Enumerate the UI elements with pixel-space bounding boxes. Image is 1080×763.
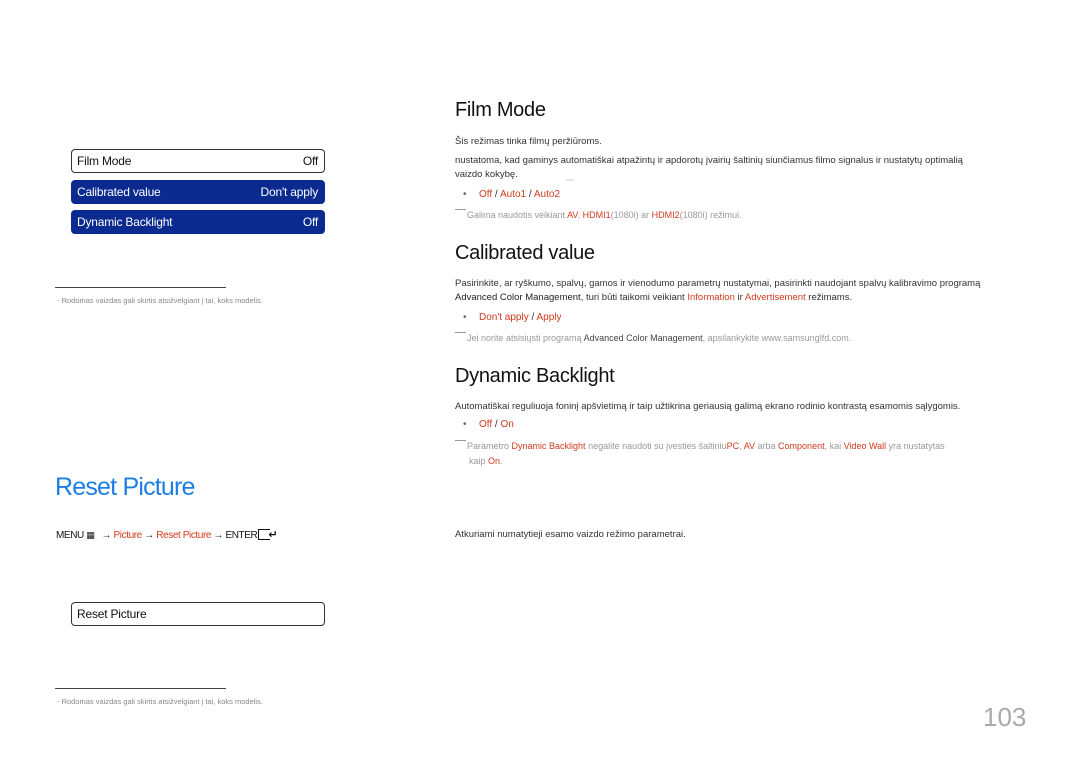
option-off: Off xyxy=(479,189,493,200)
reset-picture-desc: Atkuriami numatytieji esamo vaizdo režim… xyxy=(455,529,686,540)
option-apply: Apply xyxy=(536,312,562,323)
menu-step-reset-picture: Reset Picture xyxy=(156,530,212,541)
osd-item-label: Film Mode xyxy=(77,154,132,168)
film-mode-desc2-line1: nustatoma, kad gaminys automatiškai atpa… xyxy=(455,155,963,166)
note-dash-icon xyxy=(455,332,466,333)
option-dont-apply: Don't apply xyxy=(479,312,529,323)
dynamic-backlight-desc: Automatiškai reguliuoja foninį apšvietim… xyxy=(455,401,961,412)
option-off: Off xyxy=(479,419,493,430)
osd-item-label: Dynamic Backlight xyxy=(77,215,173,229)
footnote-divider xyxy=(55,287,226,288)
menu-path: MENU ▦ → Picture → Reset Picture → ENTER… xyxy=(56,528,278,541)
film-mode-note: Galima naudotis veikiant AV, HDMI1(1080i… xyxy=(455,208,742,222)
osd-item-film-mode[interactable]: Film Mode Off xyxy=(71,149,325,173)
osd-item-value: Off xyxy=(302,154,318,168)
note-dash-icon xyxy=(455,440,466,441)
calibrated-desc-line2: Advanced Color Management, turi būti tai… xyxy=(455,292,853,303)
osd-item-value: Off xyxy=(302,215,318,229)
tiny-mark: xxxx xyxy=(566,177,574,182)
arrow-icon: → xyxy=(213,530,224,541)
dynamic-backlight-note-line2: kaip On. xyxy=(469,456,503,466)
calibrated-options: • Don't apply / Apply xyxy=(463,312,562,323)
bullet-icon: • xyxy=(463,312,467,323)
footnote-divider xyxy=(55,688,226,689)
section-title-reset-picture: Reset Picture xyxy=(55,473,195,501)
section-title-calibrated-value: Calibrated value xyxy=(455,242,595,264)
film-mode-desc1: Šis režimas tinka filmų peržiūroms. xyxy=(455,136,602,147)
menu-label: MENU xyxy=(56,530,84,541)
osd-item-dynamic-backlight[interactable]: Dynamic Backlight Off xyxy=(71,210,325,234)
osd-item-label: Calibrated value xyxy=(77,185,161,199)
calibrated-desc-line1: Pasirinkite, ar ryškumo, spalvų, gamos i… xyxy=(455,278,981,289)
osd-item-reset-picture[interactable]: Reset Picture xyxy=(71,602,325,626)
menu-step-picture: Picture xyxy=(113,530,143,541)
enter-label: ENTER xyxy=(225,530,258,541)
enter-icon xyxy=(258,529,271,540)
footnote-bottom: - Rodomas vaizdas gali skirtis atsižvelg… xyxy=(57,697,263,706)
section-title-film-mode: Film Mode xyxy=(455,99,546,121)
page-number: 103 xyxy=(983,702,1027,732)
dynamic-backlight-note-line1: Parametro Dynamic Backlight negalite nau… xyxy=(455,439,945,453)
option-auto1: Auto1 xyxy=(499,189,527,200)
film-mode-options: • Off / Auto1 / Auto2 xyxy=(463,189,561,200)
note-dash-icon xyxy=(455,209,466,210)
footnote-top: - Rodomas vaizdas gali skirtis atsižvelg… xyxy=(57,296,263,305)
osd-item-label: Reset Picture xyxy=(77,607,147,621)
arrow-icon: → xyxy=(144,530,154,541)
option-auto2: Auto2 xyxy=(533,189,561,200)
osd-item-calibrated-value[interactable]: Calibrated value Don't apply xyxy=(71,180,325,204)
bullet-icon: • xyxy=(463,419,467,430)
dynamic-backlight-options: • Off / On xyxy=(463,419,514,430)
menu-icon: ▦ xyxy=(86,530,95,540)
calibrated-note: Jei norite atsisiųsti programą Advanced … xyxy=(455,331,851,345)
option-on: On xyxy=(500,419,514,430)
bullet-icon: • xyxy=(463,189,467,200)
osd-item-value: Don't apply xyxy=(260,185,319,199)
section-title-dynamic-backlight: Dynamic Backlight xyxy=(455,365,615,387)
film-mode-desc2-line2: vaizdo kokybę. xyxy=(455,169,518,180)
arrow-icon: → xyxy=(101,530,112,541)
